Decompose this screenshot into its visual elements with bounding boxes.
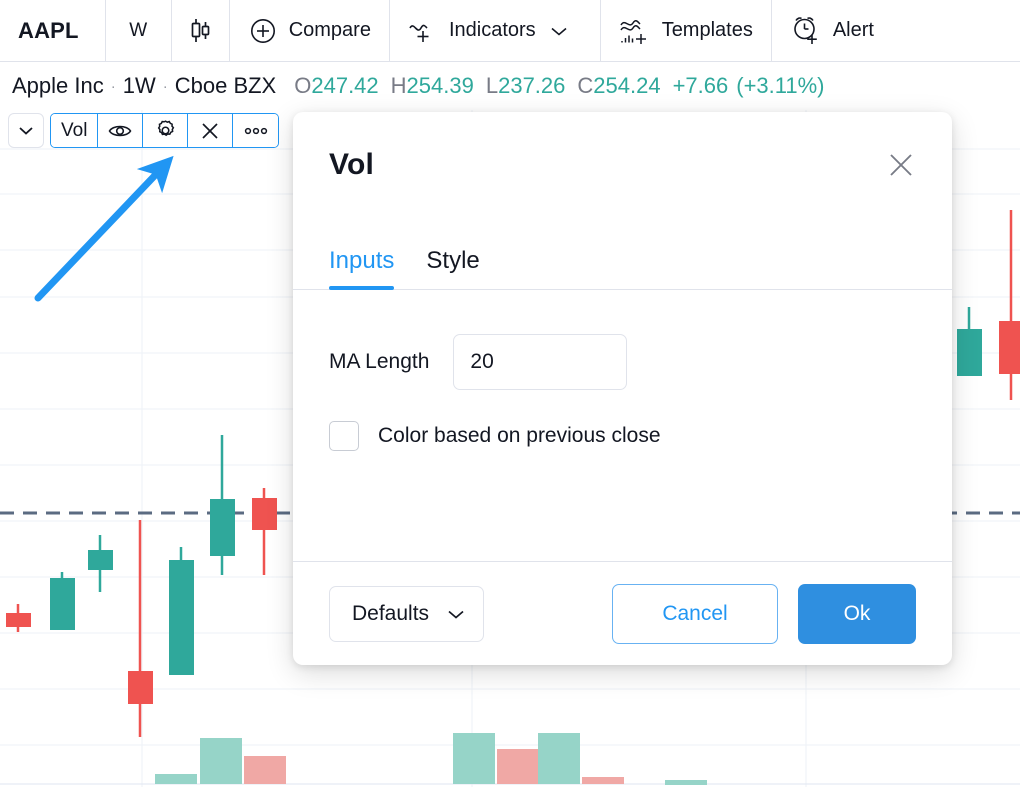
dialog-header: Vol (293, 112, 952, 218)
gear-icon (154, 119, 177, 142)
legend-visibility-button[interactable] (98, 114, 144, 147)
legend-remove-button[interactable] (188, 114, 234, 147)
indicator-legend: Vol (8, 113, 280, 148)
ma-length-row: MA Length (329, 334, 916, 390)
dialog-tabs: Inputs Style (293, 218, 952, 290)
indicator-legend-toolbar: Vol (50, 113, 280, 148)
low-value: 237.26 (498, 73, 566, 98)
high-value: 254.39 (406, 73, 474, 98)
templates-icon (619, 16, 651, 46)
ohlc-values: O247.42 H254.39 L237.26 C254.24 (294, 73, 660, 99)
chevron-down-icon (447, 608, 465, 620)
ma-length-label: MA Length (329, 350, 430, 373)
color-prev-close-checkbox[interactable] (329, 421, 359, 451)
color-prev-close-label: Color based on previous close (378, 424, 661, 447)
volume-series (155, 733, 707, 785)
dialog-close-button[interactable] (883, 147, 919, 183)
chevron-down-icon[interactable] (536, 25, 582, 37)
dialog-action-buttons: Cancel Ok (612, 583, 916, 644)
plus-circle-icon (248, 16, 278, 46)
alert-label: Alert (832, 19, 874, 41)
templates-label: Templates (661, 19, 753, 41)
ma-length-input[interactable] (453, 334, 628, 390)
tab-inputs[interactable]: Inputs (329, 247, 395, 290)
open-value: 247.42 (311, 73, 379, 98)
interval-label: W (129, 19, 148, 41)
candlestick-icon (187, 17, 213, 45)
open-label: O (294, 73, 312, 98)
chart-type-button[interactable] (172, 0, 230, 61)
indicators-label: Indicators (448, 19, 536, 41)
chevron-down-icon (18, 125, 34, 136)
cancel-button[interactable]: Cancel (612, 583, 778, 644)
high-label: H (390, 73, 407, 98)
info-separator-2: · (162, 77, 168, 95)
more-horizontal-icon (243, 127, 269, 135)
interval-button[interactable]: W (106, 0, 172, 61)
top-toolbar: AAPL W Compare Indicators Templates Aler… (0, 0, 1020, 62)
defaults-label: Defaults (352, 601, 430, 625)
templates-button[interactable]: Templates (601, 0, 772, 61)
alarm-clock-add-icon (790, 16, 822, 46)
defaults-button[interactable]: Defaults (329, 585, 485, 642)
dialog-footer: Defaults Cancel Ok (293, 561, 952, 665)
close-value: 254.24 (593, 73, 661, 98)
indicators-button[interactable]: Indicators (390, 0, 601, 61)
eye-icon (108, 122, 132, 140)
symbol-search-button[interactable]: AAPL (0, 0, 106, 61)
legend-indicator-title[interactable]: Vol (51, 114, 99, 147)
dialog-body: MA Length Color based on previous close (293, 290, 952, 561)
indicator-settings-dialog: Vol Inputs Style MA Length Color based o… (293, 112, 952, 665)
close-label: C (577, 73, 594, 98)
info-separator-1: · (110, 77, 116, 95)
indicator-add-icon (408, 16, 438, 46)
ok-button[interactable]: Ok (798, 583, 916, 644)
legend-settings-button[interactable] (143, 114, 189, 147)
company-name[interactable]: Apple Inc (12, 73, 104, 99)
compare-button[interactable]: Compare (230, 0, 390, 61)
low-label: L (485, 73, 499, 98)
info-exchange[interactable]: Cboe BZX (175, 73, 277, 99)
legend-more-button[interactable] (233, 114, 279, 147)
change-value: +7.66 (672, 73, 729, 98)
change-percent: (+3.11%) (736, 73, 825, 98)
dialog-title: Vol (329, 148, 375, 181)
close-icon (200, 121, 220, 141)
alert-button[interactable]: Alert (772, 0, 892, 61)
color-prev-close-row: Color based on previous close (329, 421, 916, 451)
close-icon (886, 150, 916, 180)
compare-label: Compare (288, 19, 371, 41)
legend-collapse-button[interactable] (8, 113, 44, 148)
tab-style[interactable]: Style (426, 247, 479, 289)
info-interval[interactable]: 1W (123, 73, 156, 99)
symbol-label: AAPL (18, 17, 79, 43)
symbol-info-line: Apple Inc · 1W · Cboe BZX O247.42 H254.39… (0, 62, 1020, 110)
